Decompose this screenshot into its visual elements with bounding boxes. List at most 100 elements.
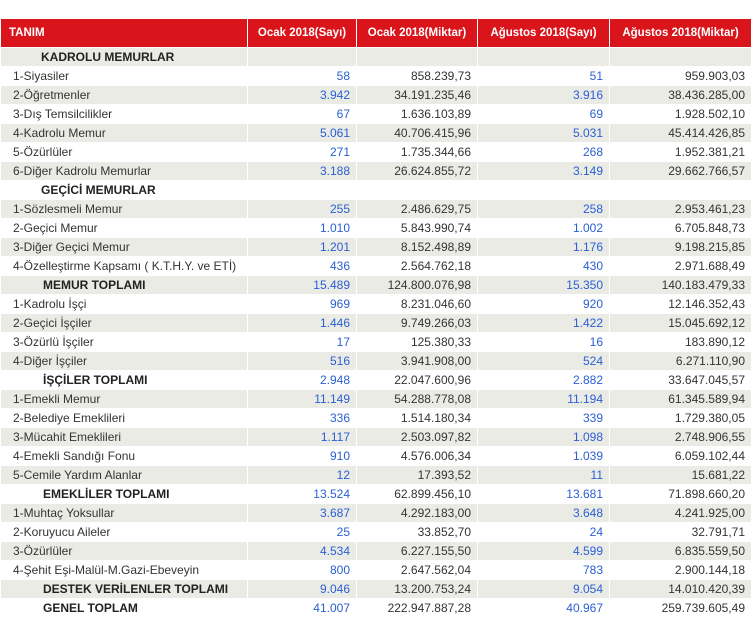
jan-count-cell: 3.942	[248, 86, 357, 105]
row-name: 1-Sözlesmeli Memur	[1, 200, 248, 219]
aug-count-cell: 430	[478, 257, 610, 276]
jan-count-cell: 969	[248, 295, 357, 314]
aug-amount-cell: 2.748.906,55	[610, 428, 751, 447]
aug-count-cell: 1.039	[478, 447, 610, 466]
aug-amount-cell: 9.198.215,85	[610, 238, 751, 257]
jan-amount-cell: 1.636.103,89	[357, 105, 478, 124]
aug-amount-cell: 6.059.102,44	[610, 447, 751, 466]
aug-count-cell: 1.176	[478, 238, 610, 257]
jan-count-cell: 255	[248, 200, 357, 219]
total-row: GENEL TOPLAM41.007222.947.887,2840.96725…	[1, 599, 751, 618]
row-name: DESTEK VERİLENLER TOPLAMI	[1, 580, 248, 599]
aug-amount-cell: 1.729.380,05	[610, 409, 751, 428]
jan-count-cell: 13.524	[248, 485, 357, 504]
aug-count-cell: 24	[478, 523, 610, 542]
table-row: 3-Özürlüler4.5346.227.155,504.5996.835.5…	[1, 542, 751, 561]
table-row: 2-Geçici İşçiler1.4469.749.266,031.42215…	[1, 314, 751, 333]
jan-amount-cell: 2.486.629,75	[357, 200, 478, 219]
aug-count-cell: 16	[478, 333, 610, 352]
jan-count-cell: 436	[248, 257, 357, 276]
table-row: 2-Koruyucu Aileler2533.852,702432.791,71	[1, 523, 751, 542]
header-jan-count[interactable]: Ocak 2018(Sayı)	[248, 19, 357, 48]
header-row: TANIM Ocak 2018(Sayı) Ocak 2018(Miktar) …	[1, 19, 751, 48]
aug-count-cell: 13.681	[478, 485, 610, 504]
total-row: EMEKLİLER TOPLAMI13.52462.899.456,1013.6…	[1, 485, 751, 504]
aug-amount-cell: 6.835.559,50	[610, 542, 751, 561]
jan-count-cell: 5.061	[248, 124, 357, 143]
header-aug-amount[interactable]: Ağustos 2018(Miktar)	[610, 19, 751, 48]
jan-count-cell: 516	[248, 352, 357, 371]
jan-count-cell: 4.534	[248, 542, 357, 561]
jan-count-cell: 336	[248, 409, 357, 428]
jan-count-cell: 25	[248, 523, 357, 542]
aug-amount-cell	[610, 181, 751, 200]
row-name: 3-Özürlüler	[1, 542, 248, 561]
header-aug-count[interactable]: Ağustos 2018(Sayı)	[478, 19, 610, 48]
header-definition[interactable]: TANIM	[1, 19, 248, 48]
jan-amount-cell: 13.200.753,24	[357, 580, 478, 599]
aug-amount-cell: 45.414.426,85	[610, 124, 751, 143]
jan-count-cell: 67	[248, 105, 357, 124]
jan-count-cell: 1.010	[248, 219, 357, 238]
row-name: 6-Diğer Kadrolu Memurlar	[1, 162, 248, 181]
jan-amount-cell	[357, 48, 478, 67]
table-row: 3-Özürlü İşçiler17125.380,3316183.890,12	[1, 333, 751, 352]
row-name: 2-Öğretmenler	[1, 86, 248, 105]
jan-count-cell: 3.687	[248, 504, 357, 523]
jan-amount-cell: 33.852,70	[357, 523, 478, 542]
table-row: 4-Şehit Eşi-Malül-M.Gazi-Ebeveyin8002.64…	[1, 561, 751, 580]
jan-amount-cell: 1.514.180,34	[357, 409, 478, 428]
aug-count-cell: 9.054	[478, 580, 610, 599]
jan-count-cell: 2.948	[248, 371, 357, 390]
jan-count-cell: 271	[248, 143, 357, 162]
aug-count-cell: 339	[478, 409, 610, 428]
row-name: 1-Siyasiler	[1, 67, 248, 86]
row-name: 3-Mücahit Emeklileri	[1, 428, 248, 447]
aug-amount-cell: 140.183.479,33	[610, 276, 751, 295]
table-row: 4-Özelleştirme Kapsamı ( K.T.H.Y. ve ETİ…	[1, 257, 751, 276]
aug-amount-cell: 61.345.589,94	[610, 390, 751, 409]
jan-count-cell: 15.489	[248, 276, 357, 295]
aug-count-cell: 268	[478, 143, 610, 162]
jan-count-cell: 17	[248, 333, 357, 352]
table-row: 4-Diğer İşçiler5163.941.908,005246.271.1…	[1, 352, 751, 371]
row-name: GENEL TOPLAM	[1, 599, 248, 618]
table-row: 1-Sözlesmeli Memur2552.486.629,752582.95…	[1, 200, 751, 219]
aug-amount-cell: 29.662.766,57	[610, 162, 751, 181]
aug-amount-cell: 183.890,12	[610, 333, 751, 352]
row-name: 2-Koruyucu Aileler	[1, 523, 248, 542]
row-name: 4-Şehit Eşi-Malül-M.Gazi-Ebeveyin	[1, 561, 248, 580]
aug-count-cell: 3.916	[478, 86, 610, 105]
aug-amount-cell: 959.903,03	[610, 67, 751, 86]
aug-amount-cell: 15.045.692,12	[610, 314, 751, 333]
aug-count-cell: 3.149	[478, 162, 610, 181]
row-name: GEÇİCİ MEMURLAR	[1, 181, 248, 200]
aug-amount-cell: 14.010.420,39	[610, 580, 751, 599]
row-name: 4-Özelleştirme Kapsamı ( K.T.H.Y. ve ETİ…	[1, 257, 248, 276]
aug-count-cell: 51	[478, 67, 610, 86]
jan-count-cell: 41.007	[248, 599, 357, 618]
total-row: MEMUR TOPLAMI15.489124.800.076,9815.3501…	[1, 276, 751, 295]
jan-amount-cell: 4.576.006,34	[357, 447, 478, 466]
jan-amount-cell: 858.239,73	[357, 67, 478, 86]
aug-count-cell: 3.648	[478, 504, 610, 523]
aug-count-cell: 4.599	[478, 542, 610, 561]
aug-count-cell: 920	[478, 295, 610, 314]
jan-count-cell: 1.201	[248, 238, 357, 257]
header-jan-amount[interactable]: Ocak 2018(Miktar)	[357, 19, 478, 48]
jan-amount-cell: 34.191.235,46	[357, 86, 478, 105]
table-row: 4-Emekli Sandığı Fonu9104.576.006,341.03…	[1, 447, 751, 466]
aug-amount-cell: 33.647.045,57	[610, 371, 751, 390]
jan-amount-cell: 2.647.562,04	[357, 561, 478, 580]
table-row: 1-Muhtaç Yoksullar3.6874.292.183,003.648…	[1, 504, 751, 523]
aug-amount-cell: 2.953.461,23	[610, 200, 751, 219]
row-name: 4-Kadrolu Memur	[1, 124, 248, 143]
row-name: MEMUR TOPLAMI	[1, 276, 248, 295]
jan-amount-cell: 124.800.076,98	[357, 276, 478, 295]
aug-count-cell: 69	[478, 105, 610, 124]
row-name: KADROLU MEMURLAR	[1, 48, 248, 67]
table-row: 1-Emekli Memur11.14954.288.778,0811.1946…	[1, 390, 751, 409]
row-name: 5-Özürlüler	[1, 143, 248, 162]
table-row: 6-Diğer Kadrolu Memurlar3.18826.624.855,…	[1, 162, 751, 181]
row-name: 2-Geçici İşçiler	[1, 314, 248, 333]
